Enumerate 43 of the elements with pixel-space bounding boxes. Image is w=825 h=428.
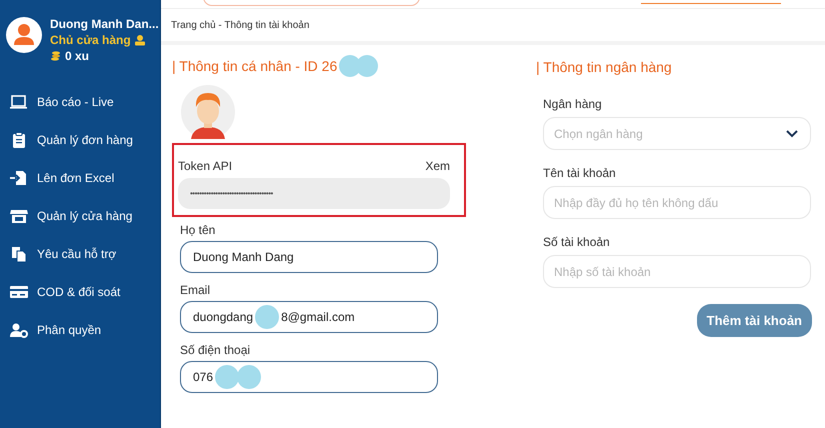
section-title: | Thông tin ngân hàng bbox=[536, 59, 673, 75]
section-title: | Thông tin cá nhân - ID 26 bbox=[172, 58, 338, 74]
user-name: Duong Manh Dan... bbox=[50, 17, 159, 31]
user-role: Chủ cửa hàng bbox=[50, 33, 131, 47]
sidebar-item[interactable]: Lên đơn Excel bbox=[0, 159, 160, 197]
sidebar-item[interactable]: Yêu cầu hỗ trợ bbox=[0, 235, 160, 273]
input-field[interactable]: Nhập đầy đủ họ tên không dấu bbox=[543, 186, 811, 219]
field-label: Họ tên bbox=[180, 223, 216, 237]
redaction-mark bbox=[255, 305, 280, 329]
field-label: Số tài khoản bbox=[543, 235, 611, 249]
input-field[interactable]: 076 bbox=[180, 361, 438, 393]
clipboard-icon bbox=[10, 132, 28, 148]
sidebar-item[interactable]: Báo cáo - Live bbox=[0, 83, 160, 121]
show-token-link[interactable]: Xem bbox=[425, 159, 450, 173]
input-field[interactable]: duongdang 8@gmail.com bbox=[180, 301, 438, 333]
redaction-mark bbox=[215, 365, 264, 389]
field-label: Số điện thoại bbox=[180, 343, 252, 357]
redaction-mark bbox=[339, 55, 380, 77]
sidebar-item[interactable]: Quản lý đơn hàng bbox=[0, 121, 160, 159]
field-label: Token API bbox=[178, 159, 232, 173]
documents-icon bbox=[10, 246, 28, 262]
token-field[interactable]: •••••••••••••••••••••••••••••••••••• bbox=[178, 178, 450, 209]
monitor-icon bbox=[10, 94, 28, 110]
sidebar-item[interactable]: COD & đối soát bbox=[0, 273, 160, 311]
field-label: Email bbox=[180, 283, 212, 297]
coin-balance: 0 xu bbox=[65, 49, 90, 63]
avatar-icon bbox=[181, 85, 235, 139]
sidebar-item[interactable]: Quản lý cửa hàng bbox=[0, 197, 160, 235]
user-badge-icon bbox=[134, 34, 146, 46]
file-import-icon bbox=[10, 170, 28, 186]
field-label: Ngân hàng bbox=[543, 97, 603, 111]
chevron-down-icon bbox=[786, 130, 798, 138]
input-field[interactable]: Nhập số tài khoản bbox=[543, 255, 811, 288]
breadcrumb: Trang chủ - Thông tin tài khoản bbox=[171, 20, 310, 30]
sidebar-item[interactable]: Phân quyền bbox=[0, 311, 160, 349]
store-icon bbox=[10, 208, 28, 224]
coins-icon bbox=[50, 50, 62, 62]
field-label: Tên tài khoản bbox=[543, 166, 617, 180]
add-account-button[interactable]: Thêm tài khoản bbox=[696, 304, 812, 337]
input-field[interactable]: Duong Manh Dang bbox=[180, 241, 438, 273]
user-avatar-icon bbox=[6, 17, 42, 53]
card-icon bbox=[10, 284, 28, 300]
user-gear-icon bbox=[10, 322, 28, 338]
